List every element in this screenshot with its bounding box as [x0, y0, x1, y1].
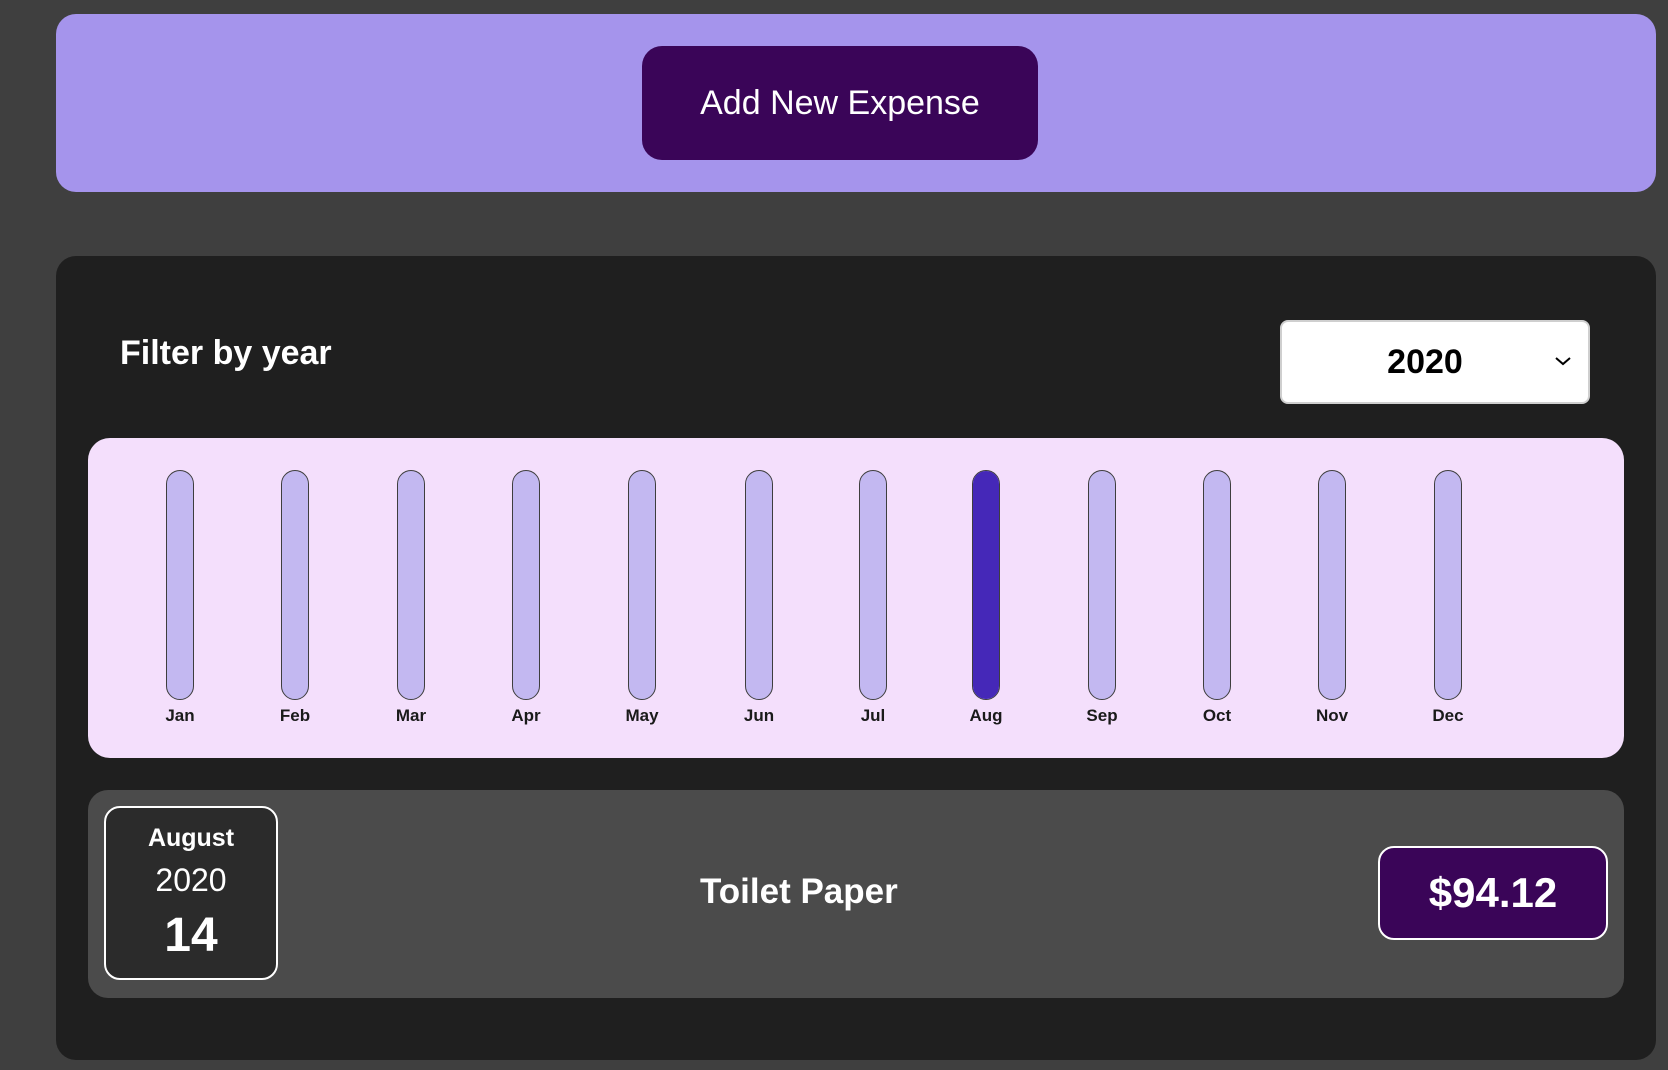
chart-bar-jan: [166, 470, 194, 700]
chart-bars: Jan Feb Mar Apr May Jun Jul Aug Sep Oct Nov Dec: [88, 438, 1624, 758]
expense-date-year: 2020: [155, 862, 227, 898]
expense-title: Toilet Paper: [700, 872, 898, 911]
chevron-down-icon: [1555, 357, 1571, 366]
chart-bar-label-feb: Feb: [279, 706, 311, 725]
selected-year: 2020: [1387, 342, 1463, 381]
chart-bar-label-may: May: [625, 706, 659, 725]
chart-bar-label-nov: Nov: [1315, 706, 1349, 725]
chart-bar-label-apr: Apr: [511, 706, 541, 725]
year-select[interactable]: 2020: [1280, 320, 1590, 404]
chart-bar-label-mar: Mar: [395, 706, 427, 725]
chart-bar-oct: [1203, 470, 1231, 700]
expense-date: August 2020 14: [104, 806, 278, 980]
expense-date-month: August: [147, 824, 235, 852]
add-new-expense-button[interactable]: Add New Expense: [642, 46, 1038, 160]
chart-bar-dec: [1434, 470, 1462, 700]
chart-bar-label-jun: Jun: [743, 706, 775, 725]
chart-bar-aug: [972, 470, 1000, 700]
chart-bar-apr: [512, 470, 540, 700]
expense-price: $94.12: [1378, 846, 1608, 940]
chart-bar-mar: [397, 470, 425, 700]
chart-bar-nov: [1318, 470, 1346, 700]
expense-date-day: 14: [164, 909, 218, 962]
expenses-panel: Filter by year 2020 Jan Feb Mar Apr May Jun Ju…: [56, 256, 1656, 1060]
new-expense-panel: Add New Expense: [56, 14, 1656, 192]
chart-bar-label-oct: Oct: [1202, 706, 1232, 725]
filter-label: Filter by year: [120, 334, 332, 372]
chart-bar-fill-aug: [973, 471, 999, 699]
chart-bar-label-sep: Sep: [1086, 706, 1118, 725]
expenses-chart: Jan Feb Mar Apr May Jun Jul Aug Sep Oct Nov Dec: [88, 438, 1624, 758]
expense-item: August 2020 14 Toilet Paper $94.12: [88, 790, 1624, 998]
chart-bar-jul: [859, 470, 887, 700]
chart-bar-sep: [1088, 470, 1116, 700]
chart-bar-may: [628, 470, 656, 700]
chart-bar-label-dec: Dec: [1432, 706, 1464, 725]
chart-bar-feb: [281, 470, 309, 700]
chart-bar-jun: [745, 470, 773, 700]
chart-bar-label-jan: Jan: [165, 706, 195, 725]
chart-bar-label-jul: Jul: [860, 706, 886, 725]
chart-bar-label-aug: Aug: [969, 706, 1003, 725]
